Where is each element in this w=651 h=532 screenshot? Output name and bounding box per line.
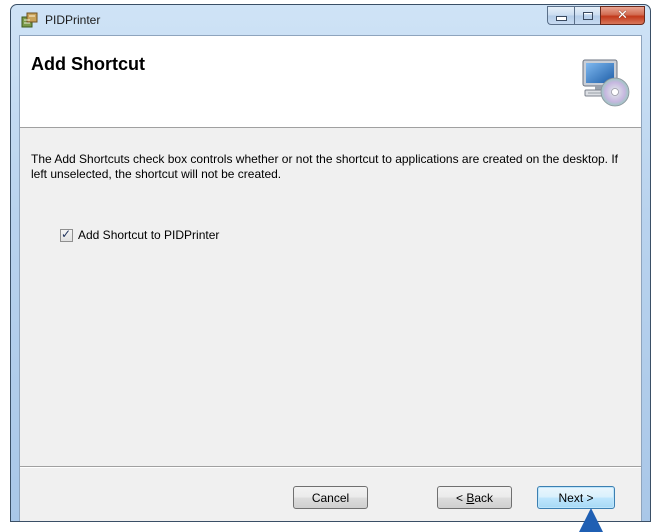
minimize-button[interactable]	[547, 6, 574, 25]
maximize-icon	[582, 11, 593, 20]
minimize-icon	[555, 16, 567, 21]
back-label-prefix: <	[455, 490, 467, 505]
add-shortcut-option[interactable]: ✓ Add Shortcut to PIDPrinter	[60, 226, 219, 242]
next-button[interactable]: Next >	[537, 486, 615, 509]
back-button[interactable]: < Back	[437, 486, 512, 509]
dialog-client-area: Add Shortcut The Add Shortcuts check box…	[19, 35, 642, 521]
footer-divider	[20, 466, 641, 468]
window-title: PIDPrinter	[45, 13, 101, 27]
page-title: Add Shortcut	[31, 54, 145, 74]
mouse-pointer-icon	[579, 508, 603, 532]
header-banner: Add Shortcut	[20, 36, 641, 128]
close-icon: ✕	[617, 8, 628, 23]
title-bar[interactable]: PIDPrinter ✕	[11, 5, 650, 35]
cancel-button[interactable]: Cancel	[293, 486, 368, 509]
back-label-rest: ack	[474, 490, 494, 505]
cancel-button-label: Cancel	[311, 490, 350, 505]
installer-app-icon	[21, 12, 38, 28]
add-shortcut-checkbox[interactable]: ✓	[60, 226, 73, 242]
installer-window: PIDPrinter ✕ Add Shortcut The Add Shortc…	[10, 4, 651, 522]
caption-buttons: ✕	[547, 6, 645, 25]
back-button-label: < Back	[456, 491, 493, 505]
checkmark-icon: ✓	[61, 226, 72, 241]
computer-cd-icon	[582, 59, 630, 107]
maximize-button[interactable]	[574, 6, 600, 25]
description-text: The Add Shortcuts check box controls whe…	[31, 152, 619, 181]
next-button-label: Next >	[558, 490, 594, 505]
add-shortcut-label[interactable]: Add Shortcut to PIDPrinter	[78, 228, 219, 242]
close-button[interactable]: ✕	[600, 6, 645, 25]
